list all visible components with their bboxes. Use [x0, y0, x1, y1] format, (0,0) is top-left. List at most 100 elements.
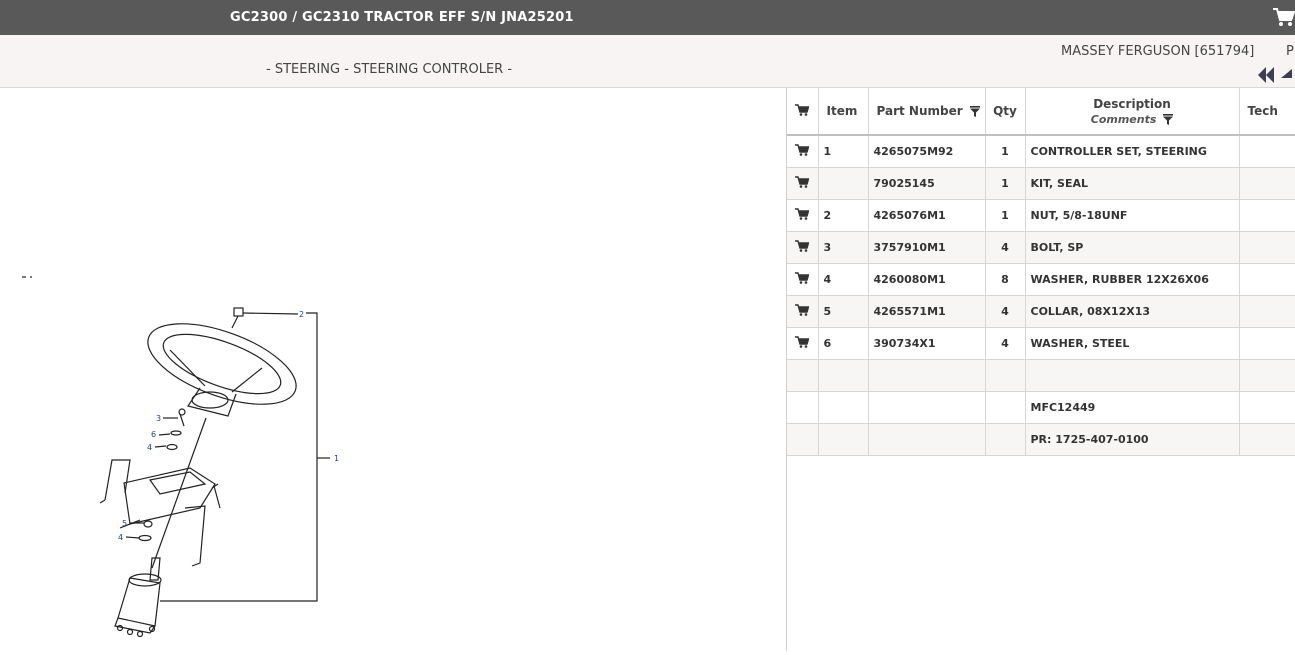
- table-row[interactable]: 2 4265076M1 1 NUT, 5/8-18UNF: [787, 199, 1295, 232]
- row-qty: 1: [985, 199, 1026, 232]
- table-header-row: Item Part Number Qty Description Comment…: [787, 88, 1295, 136]
- row-item: [818, 167, 869, 200]
- cart-icon[interactable]: [1272, 5, 1295, 29]
- callout-4-lower[interactable]: 4: [118, 533, 123, 542]
- cart-icon[interactable]: [795, 144, 810, 156]
- header-qty[interactable]: Qty: [985, 88, 1026, 136]
- row-part-number[interactable]: 3757910M1: [868, 231, 986, 264]
- row-tech: [1239, 423, 1295, 456]
- row-part-number: [868, 359, 986, 392]
- header-description[interactable]: Description Comments: [1025, 88, 1240, 136]
- parts-table: Item Part Number Qty Description Comment…: [787, 88, 1295, 456]
- header-description-label: Description: [1093, 96, 1171, 111]
- row-description: [1025, 359, 1240, 392]
- row-tech: [1239, 199, 1295, 232]
- cart-icon[interactable]: [795, 303, 810, 316]
- row-description: WASHER, STEEL: [1025, 327, 1240, 360]
- header-tech[interactable]: Tech: [1239, 88, 1295, 136]
- row-cart-cell[interactable]: [787, 327, 819, 360]
- row-qty: 4: [985, 295, 1026, 328]
- callout-5[interactable]: 5: [122, 519, 127, 528]
- header-comments[interactable]: Comments: [1026, 113, 1239, 126]
- table-row-empty: [787, 359, 1295, 392]
- row-part-number: [868, 423, 986, 456]
- filter-icon[interactable]: [1163, 114, 1174, 125]
- row-description: CONTROLLER SET, STEERING: [1025, 135, 1240, 168]
- filter-icon[interactable]: [969, 106, 980, 117]
- row-qty: [985, 391, 1026, 424]
- row-part-number[interactable]: 4265076M1: [868, 199, 986, 232]
- row-cart-cell: [787, 423, 819, 456]
- row-cart-cell[interactable]: [787, 231, 819, 264]
- brand-label: MASSEY FERGUSON [651794]: [1061, 44, 1255, 59]
- row-description: WASHER, RUBBER 12X26X06: [1025, 263, 1240, 296]
- row-part-number[interactable]: 79025145: [868, 167, 986, 200]
- row-part-number[interactable]: 4265075M92: [868, 135, 986, 168]
- row-cart-cell[interactable]: [787, 263, 819, 296]
- row-cart-cell[interactable]: [787, 199, 819, 232]
- row-qty: 4: [985, 327, 1026, 360]
- row-cart-cell: [787, 391, 819, 424]
- row-tech: [1239, 391, 1295, 424]
- row-part-number[interactable]: 4265571M1: [868, 295, 986, 328]
- header-cart: [787, 88, 819, 136]
- header-item[interactable]: Item: [818, 88, 869, 136]
- row-qty: [985, 423, 1026, 456]
- truncated-label: P: [1286, 44, 1294, 59]
- table-row[interactable]: 79025145 1 KIT, SEAL: [787, 167, 1295, 200]
- row-qty: 4: [985, 231, 1026, 264]
- table-row[interactable]: 5 4265571M1 4 COLLAR, 08X12X13: [787, 295, 1295, 328]
- row-description: NUT, 5/8-18UNF: [1025, 199, 1240, 232]
- table-row-note: PR: 1725-407-0100: [787, 423, 1295, 456]
- row-cart-cell: [787, 359, 819, 392]
- cart-icon[interactable]: [795, 239, 810, 252]
- callout-6[interactable]: 6: [151, 430, 156, 439]
- row-part-number: [868, 391, 986, 424]
- table-row[interactable]: 4 4260080M1 8 WASHER, RUBBER 12X26X06: [787, 263, 1295, 296]
- row-tech: [1239, 135, 1295, 168]
- row-tech: [1239, 359, 1295, 392]
- cart-icon[interactable]: [795, 335, 810, 348]
- row-description: BOLT, SP: [1025, 231, 1240, 264]
- row-description: MFC12449: [1025, 391, 1240, 424]
- row-part-number[interactable]: 390734X1: [868, 327, 986, 360]
- row-qty: [985, 359, 1026, 392]
- callout-2[interactable]: 2: [299, 310, 304, 319]
- header-part-number[interactable]: Part Number: [868, 88, 986, 136]
- table-row[interactable]: 3 3757910M1 4 BOLT, SP: [787, 231, 1295, 264]
- row-item: 5: [818, 295, 869, 328]
- row-qty: 1: [985, 135, 1026, 168]
- triangle-up-icon[interactable]: [1280, 66, 1295, 82]
- row-tech: [1239, 295, 1295, 328]
- row-tech: [1239, 263, 1295, 296]
- cart-icon[interactable]: [795, 207, 810, 220]
- row-cart-cell[interactable]: [787, 295, 819, 328]
- row-item: [818, 359, 869, 392]
- callout-3[interactable]: 3: [156, 414, 161, 423]
- parts-table-panel: Item Part Number Qty Description Comment…: [787, 88, 1295, 651]
- row-part-number[interactable]: 4260080M1: [868, 263, 986, 296]
- top-bar: GC2300 / GC2310 TRACTOR EFF S/N JNA25201: [0, 0, 1295, 35]
- header-comments-label: Comments: [1090, 112, 1157, 126]
- cart-icon[interactable]: [795, 175, 810, 188]
- row-item: 3: [818, 231, 869, 264]
- table-row-note: MFC12449: [787, 391, 1295, 424]
- row-tech: [1239, 231, 1295, 264]
- row-item: [818, 391, 869, 424]
- double-chevron-left-icon[interactable]: [1256, 66, 1276, 84]
- row-description: PR: 1725-407-0100: [1025, 423, 1240, 456]
- header-tech-label: Tech: [1247, 104, 1278, 118]
- table-row[interactable]: 1 4265075M92 1 CONTROLLER SET, STEERING: [787, 135, 1295, 168]
- table-row[interactable]: 6 390734X1 4 WASHER, STEEL: [787, 327, 1295, 360]
- row-item: 4: [818, 263, 869, 296]
- section-title: - STEERING - STEERING CONTROLER -: [266, 62, 513, 77]
- row-tech: [1239, 327, 1295, 360]
- callout-1[interactable]: 1: [334, 454, 339, 463]
- callout-4-upper[interactable]: 4: [147, 443, 152, 452]
- row-cart-cell[interactable]: [787, 167, 819, 200]
- parts-diagram: 2 3 6 4 1 5 4: [0, 88, 786, 651]
- row-item: 1: [818, 135, 869, 168]
- row-item: [818, 423, 869, 456]
- cart-icon[interactable]: [795, 271, 810, 284]
- row-cart-cell[interactable]: [787, 135, 819, 168]
